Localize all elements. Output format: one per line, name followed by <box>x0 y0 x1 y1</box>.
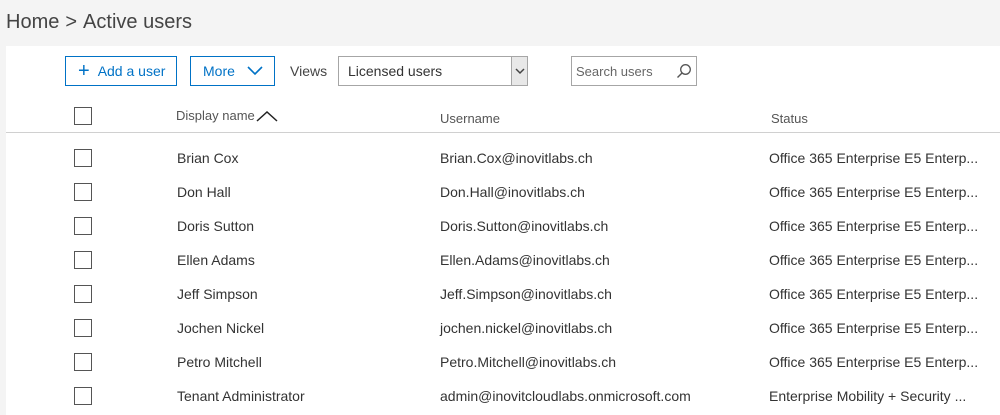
row-checkbox[interactable] <box>74 319 92 337</box>
table-row[interactable]: Jeff Simpson Jeff.Simpson@inovitlabs.ch Of… <box>6 277 1000 311</box>
table-row[interactable]: Doris Sutton Doris.Sutton@inovitlabs.ch Of… <box>6 209 1000 243</box>
sort-ascending-icon <box>256 110 278 122</box>
cell-status: Office 365 Enterprise E5 Enterp... <box>769 218 979 234</box>
cell-status: Office 365 Enterprise E5 Enterp... <box>769 320 979 336</box>
breadcrumb-home[interactable]: Home <box>6 11 59 33</box>
cell-display-name[interactable]: Ellen Adams <box>177 252 255 268</box>
add-user-label: Add a user <box>97 63 166 79</box>
column-header-username[interactable]: Username <box>440 111 500 126</box>
row-checkbox[interactable] <box>74 387 92 405</box>
column-header-status[interactable]: Status <box>771 111 808 126</box>
cell-username: Don.Hall@inovitlabs.ch <box>440 184 585 200</box>
add-user-button[interactable]: + Add a user <box>65 56 177 86</box>
cell-username: Ellen.Adams@inovitlabs.ch <box>440 252 610 268</box>
table-row[interactable]: Brian Cox Brian.Cox@inovitlabs.ch Office 3… <box>6 141 1000 175</box>
select-all-checkbox[interactable] <box>74 107 92 125</box>
cell-status: Office 365 Enterprise E5 Enterp... <box>769 252 979 268</box>
plus-icon: + <box>78 60 90 82</box>
search-input[interactable] <box>572 63 672 79</box>
row-checkbox[interactable] <box>74 251 92 269</box>
row-checkbox[interactable] <box>74 149 92 167</box>
cell-username: Doris.Sutton@inovitlabs.ch <box>440 218 609 234</box>
table-header: Display name Username Status <box>6 98 1000 133</box>
column-header-display-name[interactable]: Display name <box>176 108 278 123</box>
breadcrumb-current: Active users <box>83 11 192 33</box>
breadcrumb: Home > Active users <box>6 11 192 34</box>
cell-username: Petro.Mitchell@inovitlabs.ch <box>440 354 617 370</box>
breadcrumb-separator: > <box>65 11 78 33</box>
table-row[interactable]: Ellen Adams Ellen.Adams@inovitlabs.ch Offi… <box>6 243 1000 277</box>
cell-display-name[interactable]: Jeff Simpson <box>177 286 258 302</box>
column-label-display-name: Display name <box>176 108 255 123</box>
cell-status: Office 365 Enterprise E5 Enterp... <box>769 286 979 302</box>
cell-username: admin@inovitcloudlabs.onmicrosoft.com <box>440 388 691 404</box>
page: Home > Active users + Add a user More View… <box>0 0 1000 415</box>
row-checkbox[interactable] <box>74 183 92 201</box>
cell-username: Brian.Cox@inovitlabs.ch <box>440 150 593 166</box>
cell-username: Jeff.Simpson@inovitlabs.ch <box>440 286 612 302</box>
search-icon[interactable] <box>672 63 696 79</box>
search-box[interactable] <box>571 56 697 86</box>
table-row[interactable]: Petro Mitchell Petro.Mitchell@inovitlabs.… <box>6 345 1000 379</box>
users-panel: + Add a user More Views Licensed users S… <box>6 46 1000 415</box>
dropdown-arrow-icon[interactable] <box>511 57 527 85</box>
cell-display-name[interactable]: Brian Cox <box>177 150 238 166</box>
cell-display-name[interactable]: Doris Sutton <box>177 218 254 234</box>
views-label: Views <box>290 63 328 79</box>
views-select[interactable]: Licensed users <box>338 56 528 86</box>
chevron-down-icon <box>247 66 263 76</box>
views-selected-value: Licensed users <box>348 63 443 79</box>
table-row[interactable]: Jochen Nickel jochen.nickel@inovitlabs.ch… <box>6 311 1000 345</box>
table-row[interactable]: Don Hall Don.Hall@inovitlabs.ch Office 365… <box>6 175 1000 209</box>
cell-username: jochen.nickel@inovitlabs.ch <box>440 320 613 336</box>
row-checkbox[interactable] <box>74 285 92 303</box>
cell-display-name[interactable]: Petro Mitchell <box>177 354 262 370</box>
cell-display-name[interactable]: Tenant Administrator <box>177 388 305 404</box>
more-button[interactable]: More <box>190 56 275 86</box>
cell-display-name[interactable]: Jochen Nickel <box>177 320 264 336</box>
row-checkbox[interactable] <box>74 353 92 371</box>
cell-status: Office 365 Enterprise E5 Enterp... <box>769 354 979 370</box>
cell-status: Enterprise Mobility + Security ... <box>769 388 967 404</box>
cell-status: Office 365 Enterprise E5 Enterp... <box>769 150 979 166</box>
table-row[interactable]: Tenant Administrator admin@inovitcloudlab… <box>6 379 1000 413</box>
cell-status: Office 365 Enterprise E5 Enterp... <box>769 184 979 200</box>
row-checkbox[interactable] <box>74 217 92 235</box>
cell-display-name[interactable]: Don Hall <box>177 184 231 200</box>
more-label: More <box>203 63 235 79</box>
